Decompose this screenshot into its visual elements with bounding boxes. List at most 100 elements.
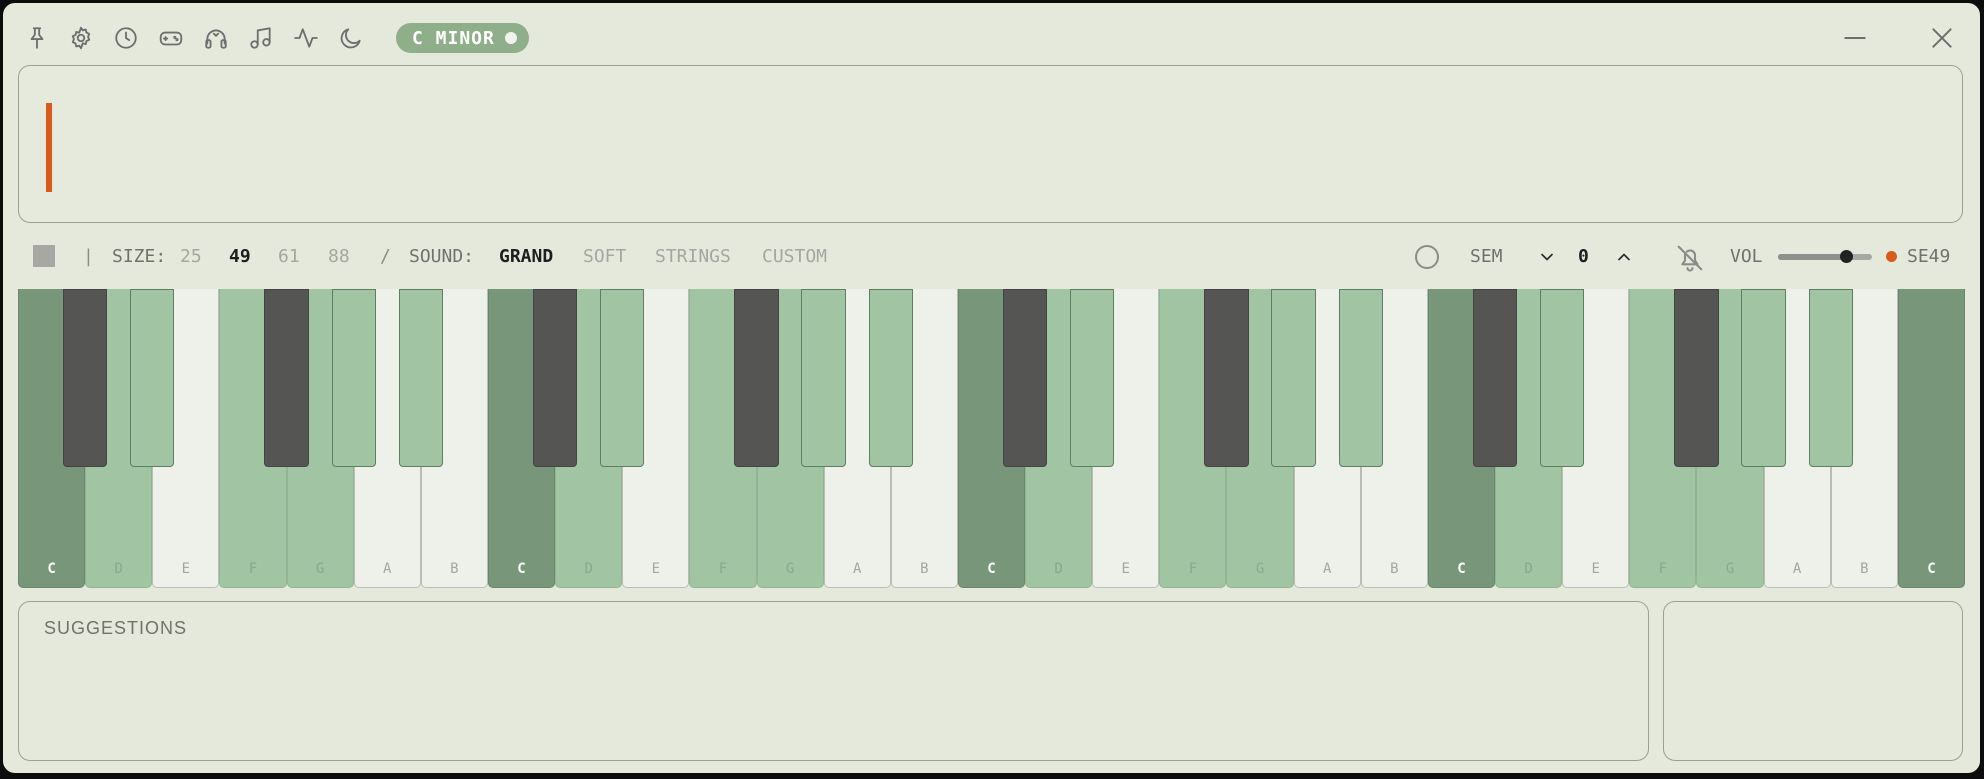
key-label: B bbox=[450, 561, 459, 577]
music-note-icon[interactable] bbox=[246, 23, 276, 53]
black-key-d-sharp[interactable] bbox=[600, 289, 645, 467]
key-label: C bbox=[987, 561, 996, 577]
black-key-f-sharp[interactable] bbox=[264, 289, 309, 467]
key-label: B bbox=[920, 561, 929, 577]
key-label: C bbox=[1457, 561, 1466, 577]
semitone-up-button[interactable] bbox=[1614, 247, 1634, 267]
activity-icon[interactable] bbox=[291, 23, 321, 53]
semitone-label: SEM bbox=[1470, 246, 1503, 267]
semitone-value: 0 bbox=[1578, 246, 1589, 267]
size-option-25[interactable]: 25 bbox=[180, 235, 202, 279]
minimize-button[interactable] bbox=[1838, 21, 1872, 55]
text-cursor bbox=[46, 103, 52, 192]
black-key-g-sharp[interactable] bbox=[801, 289, 846, 467]
black-key-c-sharp[interactable] bbox=[1472, 289, 1518, 467]
key-label: D bbox=[1054, 561, 1063, 577]
key-label: G bbox=[315, 561, 325, 577]
black-key-a-sharp[interactable] bbox=[398, 289, 443, 467]
sound-option-custom[interactable]: CUSTOM bbox=[762, 235, 827, 279]
black-key-f-sharp[interactable] bbox=[1204, 289, 1249, 467]
size-option-49[interactable]: 49 bbox=[229, 235, 251, 279]
key-label: F bbox=[1188, 561, 1198, 577]
suggestions-panel: SUGGESTIONS bbox=[18, 601, 1649, 761]
key-label: A bbox=[383, 561, 392, 577]
key-label: G bbox=[785, 561, 795, 577]
white-key-c[interactable]: C bbox=[1897, 289, 1965, 588]
black-key-f-sharp[interactable] bbox=[734, 289, 779, 467]
key-label: C bbox=[1927, 561, 1936, 577]
size-option-88[interactable]: 88 bbox=[328, 235, 350, 279]
minimize-icon bbox=[1844, 37, 1866, 39]
key-label: D bbox=[1524, 561, 1533, 577]
pin-icon[interactable] bbox=[22, 23, 52, 53]
key-label: E bbox=[651, 561, 661, 577]
gear-icon[interactable] bbox=[66, 23, 96, 53]
black-key-g-sharp[interactable] bbox=[1741, 289, 1786, 467]
key-label: A bbox=[1792, 561, 1802, 577]
sound-label: SOUND: bbox=[409, 246, 475, 267]
sound-option-strings[interactable]: STRINGS bbox=[655, 235, 731, 279]
sound-option-soft[interactable]: SOFT bbox=[583, 235, 626, 279]
key-label: F bbox=[248, 561, 258, 577]
key-label: G bbox=[1725, 561, 1735, 577]
key-label: F bbox=[718, 561, 728, 577]
device-label: SE49 bbox=[1907, 246, 1951, 267]
black-key-c-sharp[interactable] bbox=[532, 289, 578, 467]
gamepad-icon[interactable] bbox=[156, 23, 186, 53]
key-label: E bbox=[181, 561, 191, 577]
key-label: E bbox=[1591, 561, 1600, 577]
divider: | bbox=[83, 246, 94, 267]
black-key-d-sharp[interactable] bbox=[1540, 289, 1585, 467]
key-label: A bbox=[852, 561, 862, 577]
side-panel bbox=[1663, 601, 1963, 761]
key-badge[interactable]: C MINOR bbox=[396, 23, 529, 53]
semitone-down-button[interactable] bbox=[1537, 247, 1557, 267]
key-label: D bbox=[114, 561, 123, 577]
key-label: D bbox=[584, 561, 593, 577]
key-label: C MINOR bbox=[412, 27, 495, 49]
moon-icon[interactable] bbox=[336, 23, 366, 53]
notifications-off-button[interactable] bbox=[1675, 243, 1705, 273]
size-label: SIZE: bbox=[112, 246, 167, 267]
size-option-61[interactable]: 61 bbox=[278, 235, 300, 279]
black-key-d-sharp[interactable] bbox=[130, 289, 175, 467]
stop-button[interactable] bbox=[33, 245, 55, 267]
sound-option-grand[interactable]: GRAND bbox=[499, 235, 553, 279]
controls-bar: | SIZE: 25 49 61 88 / SOUND: GRAND SOFT … bbox=[3, 235, 1980, 279]
black-key-a-sharp[interactable] bbox=[868, 289, 913, 467]
bell-off-icon bbox=[1677, 245, 1703, 272]
key-label: C bbox=[517, 561, 526, 577]
black-key-c-sharp[interactable] bbox=[1002, 289, 1048, 467]
record-button[interactable] bbox=[1415, 245, 1439, 269]
clock-icon[interactable] bbox=[111, 23, 141, 53]
key-label: B bbox=[1860, 561, 1869, 577]
chevron-up-icon bbox=[1618, 253, 1630, 261]
close-button[interactable] bbox=[1925, 21, 1959, 55]
slash-separator: / bbox=[380, 246, 391, 267]
black-key-a-sharp[interactable] bbox=[1338, 289, 1383, 467]
key-dot-icon bbox=[504, 32, 517, 44]
chevron-down-icon bbox=[1541, 253, 1553, 261]
black-key-g-sharp[interactable] bbox=[331, 289, 376, 467]
key-label: E bbox=[1121, 561, 1130, 577]
headphones-icon[interactable] bbox=[201, 23, 231, 53]
volume-slider[interactable] bbox=[1778, 250, 1872, 263]
volume-label: VOL bbox=[1730, 246, 1763, 267]
close-icon bbox=[1932, 28, 1952, 48]
note-editor[interactable] bbox=[18, 65, 1963, 223]
black-key-f-sharp[interactable] bbox=[1674, 289, 1719, 467]
key-label: C bbox=[47, 561, 56, 577]
key-label: G bbox=[1255, 561, 1265, 577]
suggestions-title: SUGGESTIONS bbox=[44, 618, 188, 638]
black-key-g-sharp[interactable] bbox=[1271, 289, 1316, 467]
black-key-c-sharp[interactable] bbox=[62, 289, 108, 467]
key-label: B bbox=[1390, 561, 1399, 577]
key-label: A bbox=[1322, 561, 1332, 577]
black-key-a-sharp[interactable] bbox=[1808, 289, 1853, 467]
key-label: F bbox=[1658, 561, 1668, 577]
device-status-dot bbox=[1886, 251, 1897, 262]
black-key-d-sharp[interactable] bbox=[1070, 289, 1115, 467]
app-window: C MINOR | SIZE: 25 49 61 88 / SOUND: GRA… bbox=[3, 3, 1980, 773]
piano-keyboard: CDEFGABCDEFGABCDEFGABCDEFGABC bbox=[18, 289, 1965, 588]
title-bar: C MINOR bbox=[3, 3, 1980, 67]
